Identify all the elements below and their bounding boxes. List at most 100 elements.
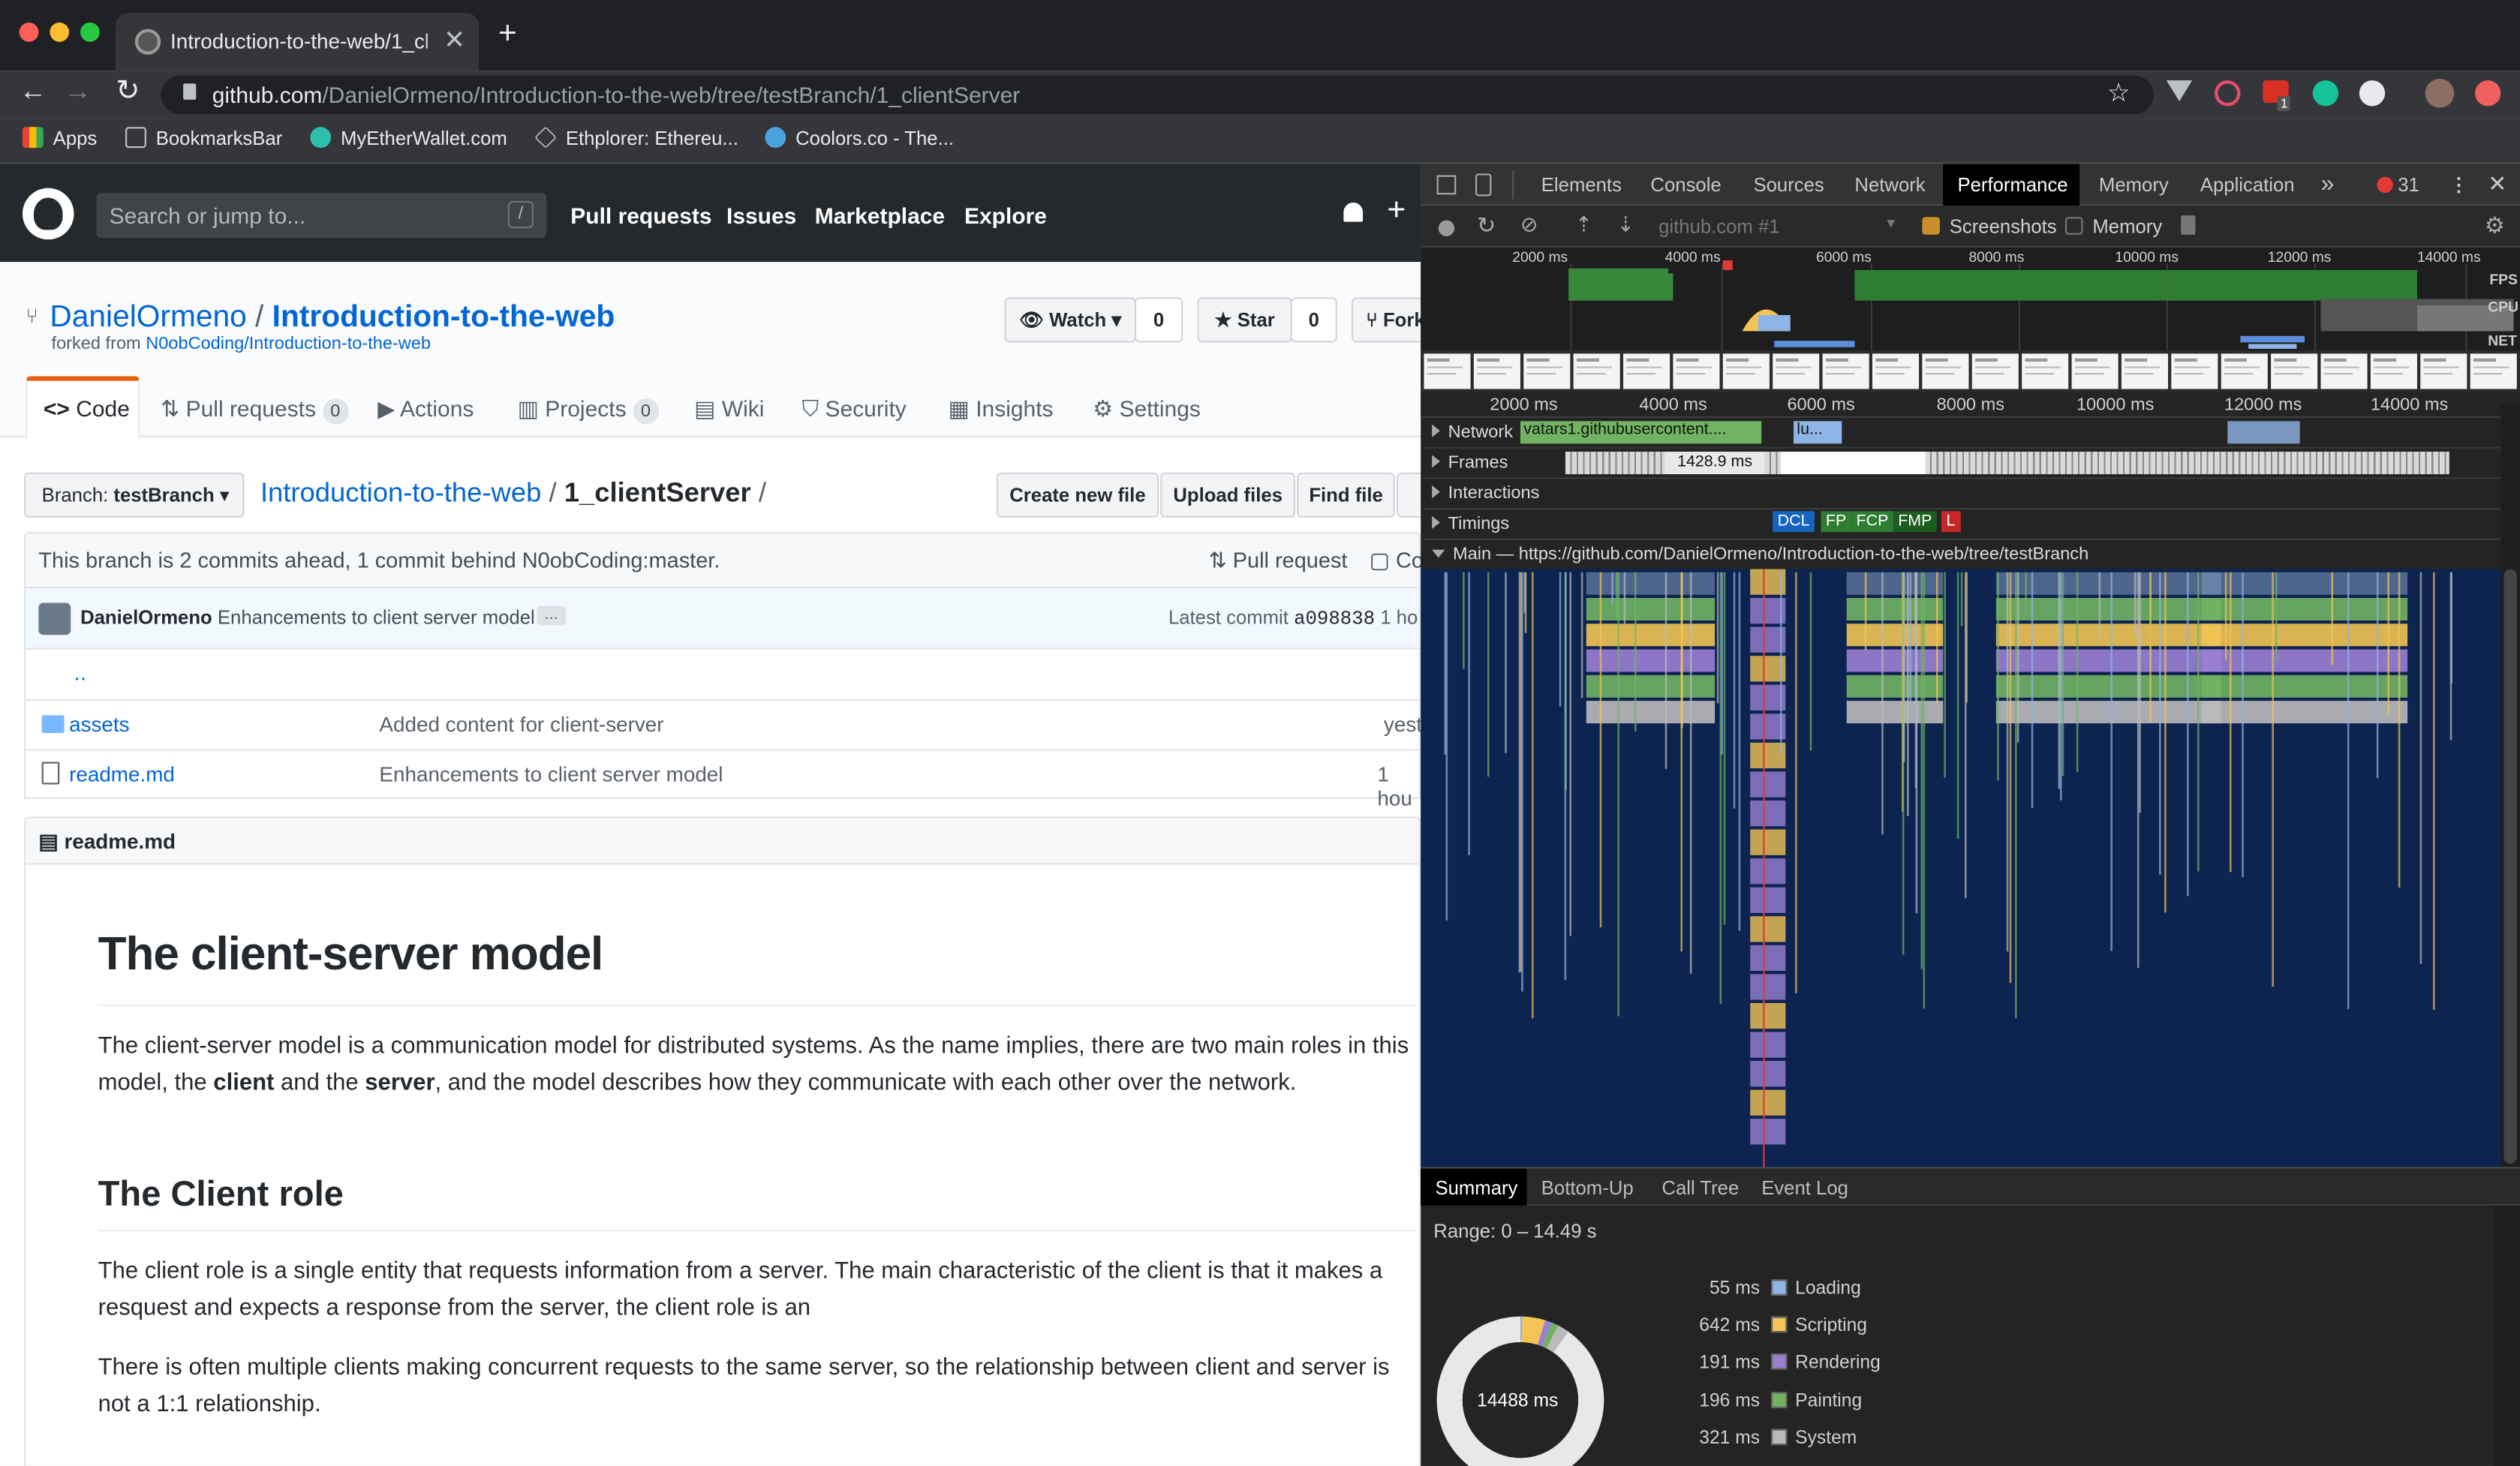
timings-track[interactable]: Timings xyxy=(1424,509,2520,540)
nav-marketplace[interactable]: Marketplace xyxy=(815,203,945,228)
collect-garbage-icon[interactable] xyxy=(2181,215,2196,235)
commit-author-link[interactable]: DanielOrmeno xyxy=(80,606,212,629)
devtools-tab-performance[interactable]: Performance xyxy=(1943,164,2080,206)
screenshots-checkbox[interactable] xyxy=(1922,217,1940,235)
file-row[interactable]: readme.md Enhancements to client server … xyxy=(24,750,1421,810)
commit-message-link[interactable]: Enhancements to client server model xyxy=(218,606,535,629)
network-request-bar[interactable] xyxy=(2227,421,2300,444)
repo-owner-link[interactable]: DanielOrmeno xyxy=(50,301,246,335)
device-toolbar-icon[interactable] xyxy=(1475,173,1492,197)
extension-icon[interactable] xyxy=(2215,80,2241,107)
profile-select[interactable]: github.com #1 ▾ xyxy=(1652,212,1903,242)
load-profile-icon[interactable]: ⇡ xyxy=(1575,212,1592,238)
tab-bottom-up[interactable]: Bottom-Up xyxy=(1541,1176,1634,1199)
tab-code[interactable]: <> Code xyxy=(26,376,140,439)
file-commit-message[interactable]: Added content for client-server xyxy=(379,712,663,736)
commit-sha-link[interactable]: a098838 xyxy=(1294,608,1375,630)
tab-call-tree[interactable]: Call Tree xyxy=(1661,1176,1739,1199)
close-tab-icon[interactable]: ✕ xyxy=(444,24,465,56)
search-input[interactable]: Search or jump to... / xyxy=(96,193,547,239)
tab-pull-requests[interactable]: ⇅ Pull requests 0 xyxy=(161,395,349,425)
compare-link[interactable]: ▢ Co xyxy=(1370,548,1424,574)
pull-request-link[interactable]: ⇅ Pull request xyxy=(1208,548,1347,574)
minimize-window-button[interactable] xyxy=(50,22,70,42)
reload-icon[interactable]: ↻ xyxy=(116,74,140,108)
network-request-bar[interactable]: lu... xyxy=(1794,421,1842,444)
devtools-tab-console[interactable]: Console xyxy=(1650,173,1721,196)
tab-insights[interactable]: ▦ Insights xyxy=(949,395,1054,422)
commit-expand-button[interactable]: … xyxy=(537,605,566,626)
devtools-menu-icon[interactable]: ⋮ xyxy=(2449,173,2469,196)
new-tab-icon[interactable]: + xyxy=(498,16,517,53)
breadcrumb-root-link[interactable]: Introduction-to-the-web xyxy=(260,477,541,508)
flame-chart[interactable] xyxy=(1421,569,2520,1167)
timing-marker-fcp[interactable]: FCP xyxy=(1851,511,1893,533)
inspect-element-icon[interactable] xyxy=(1436,175,1457,195)
capture-settings-icon[interactable]: ⚙ xyxy=(2485,212,2505,239)
forward-icon[interactable]: → xyxy=(65,76,92,108)
author-avatar[interactable] xyxy=(38,602,71,635)
watch-button[interactable]: 👁 Watch ▾ xyxy=(1004,297,1137,343)
close-window-button[interactable] xyxy=(19,22,39,42)
devtools-close-icon[interactable]: ✕ xyxy=(2488,170,2506,197)
file-row[interactable]: assets Added content for client-server y… xyxy=(24,701,1422,751)
record-icon[interactable] xyxy=(1438,220,1455,236)
parent-dir-row[interactable]: .. xyxy=(24,649,1421,701)
devtools-tab-sources[interactable]: Sources xyxy=(1753,173,1824,196)
upload-files-button[interactable]: Upload files xyxy=(1160,472,1296,518)
frame-duration[interactable]: 1428.9 ms xyxy=(1664,452,1765,475)
devtools-tab-application[interactable]: Application xyxy=(2200,173,2295,196)
tab-summary[interactable]: Summary xyxy=(1421,1168,1527,1206)
profile-avatar[interactable] xyxy=(2425,78,2455,108)
bookmark-ethplorer[interactable]: Ethplorer: Ethereu... xyxy=(534,126,738,149)
star-count[interactable]: 0 xyxy=(1290,297,1337,343)
repo-name-link[interactable]: Introduction-to-the-web xyxy=(272,301,615,335)
error-count[interactable]: 31 xyxy=(2398,173,2419,196)
save-profile-icon[interactable]: ⇣ xyxy=(1616,212,1634,238)
frames-track[interactable]: Frames 1428.9 ms xyxy=(1424,449,2520,479)
interactions-track[interactable]: Interactions xyxy=(1424,479,2520,510)
timing-marker-load[interactable]: L xyxy=(1941,511,1960,533)
grammarly-icon[interactable] xyxy=(2312,80,2339,107)
tab-event-log[interactable]: Event Log xyxy=(1761,1176,1848,1199)
devtools-tab-elements[interactable]: Elements xyxy=(1541,173,1622,196)
main-thread-track[interactable]: Main — https://github.com/DanielOrmeno/I… xyxy=(1424,540,2520,569)
update-icon[interactable] xyxy=(2475,80,2501,107)
file-name-link[interactable]: assets xyxy=(69,712,129,736)
network-request-bar[interactable]: vatars1.githubusercontent.... xyxy=(1520,421,1762,444)
nav-explore[interactable]: Explore xyxy=(964,203,1047,228)
timing-marker-fmp[interactable]: FMP xyxy=(1893,511,1937,533)
find-file-button[interactable]: Find file xyxy=(1297,472,1395,518)
timing-marker-fp[interactable]: FP xyxy=(1821,511,1851,533)
bookmark-myetherwallet[interactable]: MyEtherWallet.com xyxy=(310,127,507,149)
notifications-bell-icon[interactable] xyxy=(1343,202,1364,222)
file-name-link[interactable]: readme.md xyxy=(69,762,175,786)
tab-settings[interactable]: ⚙ Settings xyxy=(1093,395,1201,422)
create-new-icon[interactable]: + xyxy=(1387,193,1406,230)
bookmark-bookmarksbar[interactable]: BookmarksBar xyxy=(125,127,282,149)
github-logo-icon[interactable] xyxy=(22,188,74,240)
timing-marker-dcl[interactable]: DCL xyxy=(1773,511,1815,533)
tab-projects[interactable]: ▥ Projects 0 xyxy=(518,395,659,425)
forked-from-link[interactable]: N0obCoding/Introduction-to-the-web xyxy=(146,335,431,354)
vue-devtools-icon[interactable] xyxy=(2166,80,2193,101)
browser-tab[interactable]: Introduction-to-the-web/1_clie ✕ xyxy=(116,13,480,71)
nav-issues[interactable]: Issues xyxy=(726,203,796,228)
bookmark-apps[interactable]: Apps xyxy=(22,127,97,149)
address-bar[interactable]: github.com/DanielOrmeno/Introduction-to-… xyxy=(161,75,2154,115)
network-track[interactable]: Network vatars1.githubusercontent.... lu… xyxy=(1424,418,2520,449)
more-tabs-icon[interactable]: » xyxy=(2320,170,2334,197)
clear-icon[interactable]: ⊘ xyxy=(1520,212,1538,238)
parent-dir-link[interactable]: .. xyxy=(74,659,87,684)
extension-circle-icon[interactable] xyxy=(2359,80,2386,107)
memory-checkbox[interactable] xyxy=(2064,217,2083,235)
tab-wiki[interactable]: ▤ Wiki xyxy=(694,395,764,422)
maximize-window-button[interactable] xyxy=(80,22,100,42)
branch-select[interactable]: Branch: testBranch ▾ xyxy=(24,472,245,518)
create-new-file-button[interactable]: Create new file xyxy=(996,472,1159,518)
star-button[interactable]: ★ Star xyxy=(1197,297,1292,343)
nav-pull-requests[interactable]: Pull requests xyxy=(570,203,711,228)
tab-security[interactable]: ⛉ Security xyxy=(802,395,907,422)
reload-profile-icon[interactable]: ↻ xyxy=(1477,212,1496,239)
devtools-tab-memory[interactable]: Memory xyxy=(2099,173,2169,196)
